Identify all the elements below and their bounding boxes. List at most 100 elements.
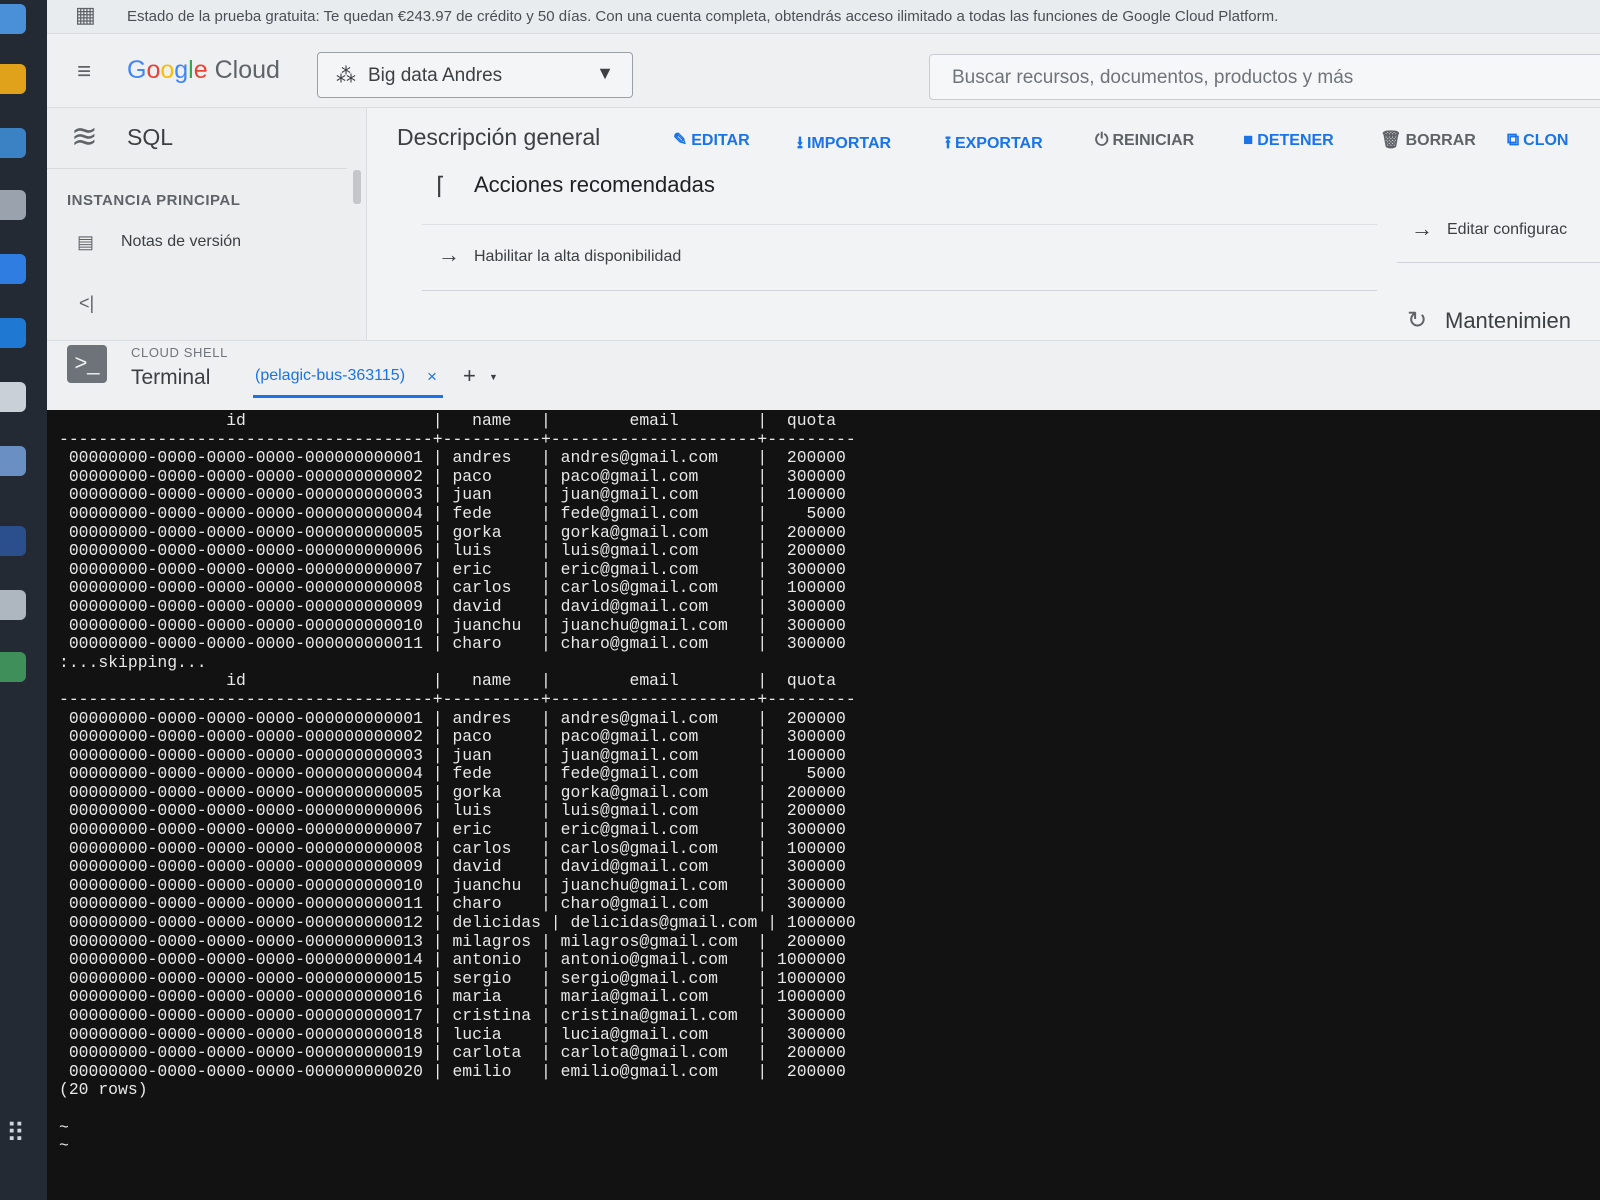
- terminal-line: 00000000-0000-0000-0000-000000000011 | c…: [59, 894, 846, 914]
- terminal-line: 00000000-0000-0000-0000-000000000001 | a…: [59, 708, 846, 728]
- terminal-line: (20 rows): [59, 1080, 148, 1100]
- chevron-down-icon[interactable]: ▼: [489, 372, 498, 382]
- trial-banner-text: Estado de la prueba gratuita: Te quedan …: [127, 8, 1279, 25]
- tab-pelagic-bus[interactable]: (pelagic-bus-363115): [255, 367, 405, 385]
- terminal-line: 00000000-0000-0000-0000-000000000003 | j…: [59, 745, 846, 765]
- delete-icon: 🗑: [1380, 130, 1402, 149]
- taskbar-app-icon[interactable]: [0, 382, 26, 412]
- stop-icon: ■: [1243, 130, 1254, 149]
- terminal-label: Terminal: [131, 366, 211, 389]
- cloud-shell-icon: >_: [67, 345, 107, 383]
- terminal-line: 00000000-0000-0000-0000-000000000019 | c…: [59, 1043, 846, 1063]
- taskbar-app-icon[interactable]: [0, 128, 26, 158]
- terminal-line: 00000000-0000-0000-0000-000000000009 | d…: [59, 857, 846, 877]
- export-icon: ⭱: [945, 133, 951, 152]
- edit-configuration-link[interactable]: Editar configurac: [1447, 221, 1567, 239]
- edit-icon: ✎: [673, 130, 688, 149]
- taskbar-browser-icon[interactable]: [0, 254, 26, 284]
- cloud-shell-label: CLOUD SHELL: [131, 345, 228, 360]
- edit-button[interactable]: ✎ EDITAR: [673, 130, 750, 150]
- terminal-line: 00000000-0000-0000-0000-000000000007 | e…: [59, 820, 846, 840]
- terminal-line: 00000000-0000-0000-0000-000000000007 | e…: [59, 559, 846, 579]
- import-icon: ⭳: [797, 133, 803, 152]
- terminal-line: 00000000-0000-0000-0000-000000000017 | c…: [59, 1006, 846, 1025]
- terminal-line: 00000000-0000-0000-0000-000000000010 | j…: [59, 615, 846, 635]
- taskbar-recycle-icon[interactable]: [0, 652, 26, 682]
- divider: [422, 290, 1377, 291]
- search-placeholder: Buscar recursos, documentos, productos y…: [952, 67, 1354, 88]
- arrow-right-icon: →: [1411, 216, 1433, 241]
- terminal-line: 00000000-0000-0000-0000-000000000014 | a…: [59, 950, 846, 970]
- terminal-line: id | name | email | quota: [59, 671, 837, 691]
- taskbar-app-icon[interactable]: [0, 446, 26, 476]
- restart-icon: ⏻: [1095, 130, 1109, 149]
- terminal-line: id | name | email | quota: [59, 411, 837, 430]
- google-cloud-logo[interactable]: Google Cloud: [127, 56, 280, 85]
- chevron-down-icon: ▼: [596, 63, 614, 83]
- product-title: SQL: [127, 124, 174, 150]
- maintenance-icon: ↻: [1407, 307, 1428, 334]
- os-taskbar: ⠿: [0, 0, 47, 1200]
- section-label: INSTANCIA PRINCIPAL: [67, 192, 241, 209]
- page-title: Descripción general: [397, 124, 601, 150]
- project-name: Big data Andres: [368, 65, 503, 86]
- export-button[interactable]: ⭱ EXPORTAR: [945, 130, 1043, 159]
- project-selector[interactable]: ⁂ Big data Andres ▼: [317, 52, 633, 98]
- terminal-line: 00000000-0000-0000-0000-000000000009 | d…: [59, 596, 846, 616]
- terminal-line: ~: [59, 1117, 69, 1137]
- terminal-line: 00000000-0000-0000-0000-000000000010 | j…: [59, 875, 846, 895]
- stop-button[interactable]: ■ DETENER: [1243, 130, 1334, 150]
- terminal-line: 00000000-0000-0000-0000-000000000020 | e…: [59, 1061, 846, 1081]
- import-button[interactable]: ⭳ IMPORTAR: [797, 130, 891, 159]
- terminal-output[interactable]: id | name | email | quota ---------------…: [47, 410, 1600, 1200]
- terminal-line: 00000000-0000-0000-0000-000000000003 | j…: [59, 485, 846, 505]
- delete-button[interactable]: 🗑 BORRAR: [1380, 130, 1476, 150]
- recommended-actions-card: ⌈ Acciones recomendadas → Habilitar la a…: [422, 168, 1377, 292]
- clone-button[interactable]: ⧉ CLON: [1507, 130, 1568, 150]
- terminal-line: 00000000-0000-0000-0000-000000000006 | l…: [59, 801, 846, 821]
- taskbar-vscode-icon[interactable]: [0, 318, 26, 348]
- arrow-right-icon: →: [438, 242, 460, 267]
- divider: [422, 224, 1377, 225]
- terminal-line: 00000000-0000-0000-0000-000000000002 | p…: [59, 466, 846, 486]
- nav-scrollbar[interactable]: [353, 170, 361, 204]
- taskbar-app-icon[interactable]: [0, 190, 26, 220]
- terminal-line: 00000000-0000-0000-0000-000000000011 | c…: [59, 634, 846, 654]
- terminal-line: :...skipping...: [59, 652, 207, 672]
- terminal-line: 00000000-0000-0000-0000-000000000005 | g…: [59, 782, 846, 802]
- terminal-text: id | name | email | quota ---------------…: [59, 411, 856, 1156]
- close-tab-icon[interactable]: ×: [427, 367, 437, 387]
- terminal-line: 00000000-0000-0000-0000-000000000005 | g…: [59, 522, 846, 542]
- apps-grid-icon[interactable]: ⠿: [6, 1120, 25, 1146]
- terminal-line: --------------------------------------+-…: [59, 429, 856, 449]
- recommended-title: Acciones recomendadas: [474, 172, 715, 197]
- terminal-line: 00000000-0000-0000-0000-000000000006 | l…: [59, 541, 846, 561]
- cloud-shell-bar: >_ CLOUD SHELL Terminal (pelagic-bus-363…: [47, 340, 1600, 410]
- search-input[interactable]: Buscar recursos, documentos, productos y…: [929, 54, 1600, 100]
- collapse-nav-icon[interactable]: <|: [79, 293, 94, 314]
- recommendations-icon: ⌈: [436, 173, 446, 200]
- terminal-line: 00000000-0000-0000-0000-000000000016 | m…: [59, 987, 846, 1007]
- nav-item-release-notes[interactable]: Notas de versión: [121, 233, 241, 251]
- taskbar-app-icon[interactable]: [0, 4, 26, 34]
- terminal-line: 00000000-0000-0000-0000-000000000015 | s…: [59, 968, 846, 988]
- taskbar-intellij-icon[interactable]: [0, 526, 26, 556]
- terminal-line: 00000000-0000-0000-0000-000000000002 | p…: [59, 727, 846, 747]
- divider: [1397, 262, 1600, 263]
- menu-icon[interactable]: ≡: [77, 60, 91, 84]
- restart-button[interactable]: ⏻ REINICIAR: [1095, 130, 1194, 150]
- taskbar-app-icon[interactable]: [0, 64, 26, 94]
- gift-icon: ▦: [75, 2, 96, 27]
- sql-layers-icon: ≋: [71, 118, 98, 154]
- project-icon: ⁂: [336, 65, 356, 87]
- taskbar-app-icon[interactable]: [0, 590, 26, 620]
- terminal-line: 00000000-0000-0000-0000-000000000013 | m…: [59, 931, 846, 951]
- terminal-line: 00000000-0000-0000-0000-000000000008 | c…: [59, 578, 846, 598]
- terminal-line: 00000000-0000-0000-0000-000000000004 | f…: [59, 764, 846, 784]
- top-bar: ≡ Google Cloud ⁂ Big data Andres ▼ Busca…: [47, 34, 1600, 108]
- enable-high-availability-link[interactable]: Habilitar la alta disponibilidad: [474, 248, 681, 266]
- terminal-line: 00000000-0000-0000-0000-000000000001 | a…: [59, 448, 846, 468]
- release-notes-icon: ▤: [77, 232, 95, 252]
- add-tab-button[interactable]: +: [463, 363, 476, 389]
